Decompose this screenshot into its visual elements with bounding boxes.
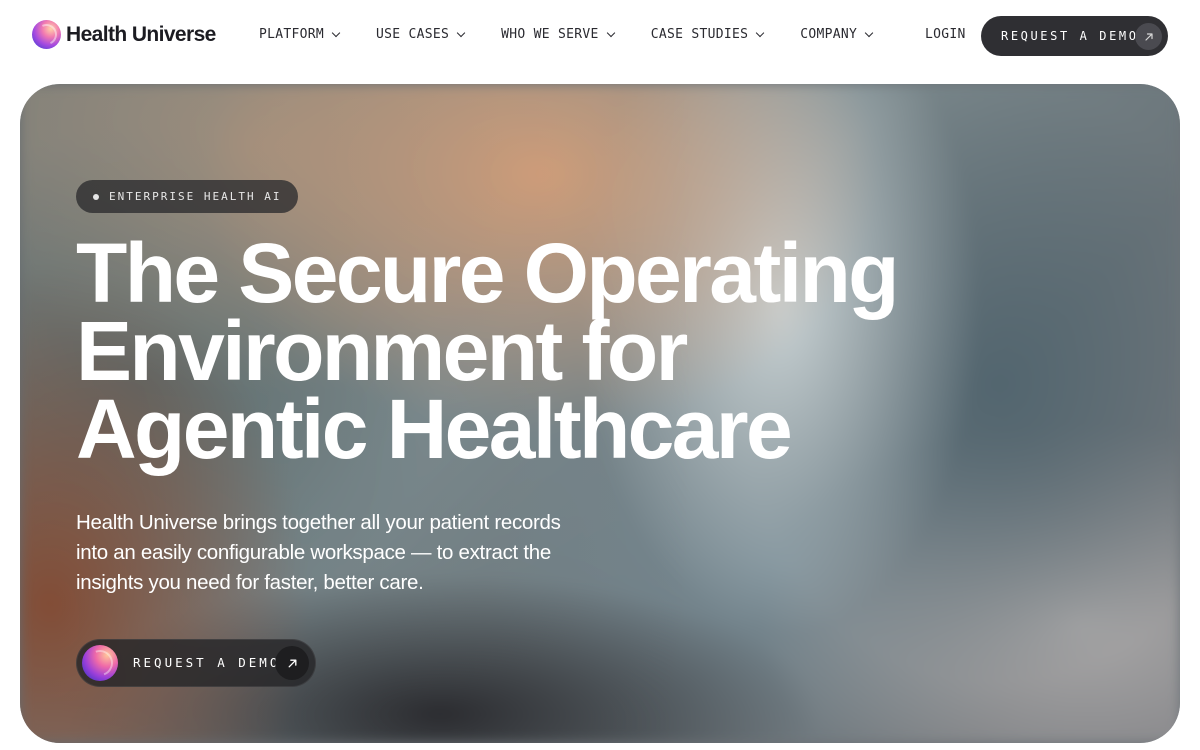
- menu-item-platform[interactable]: PLATFORM: [259, 27, 341, 42]
- hero-headline: The Secure Operating Environment for Age…: [76, 231, 956, 471]
- hero-request-demo-button[interactable]: REQUEST A DEMO: [76, 639, 316, 687]
- menu-item-company[interactable]: COMPANY: [800, 27, 874, 42]
- hero-section: ENTERPRISE HEALTH AI The Secure Operatin…: [20, 84, 1180, 743]
- menu-item-case-studies[interactable]: CASE STUDIES: [650, 27, 765, 42]
- login-link[interactable]: LOGIN: [925, 27, 966, 42]
- arrow-up-right-icon: [275, 646, 309, 680]
- menu-item-use-cases[interactable]: USE CASES: [376, 27, 466, 42]
- enterprise-badge: ENTERPRISE HEALTH AI: [76, 180, 299, 213]
- menu-item-label: COMPANY: [800, 27, 858, 42]
- menu-item-label: CASE STUDIES: [650, 27, 749, 42]
- menu-item-label: USE CASES: [376, 27, 450, 42]
- brand-name: Health Universe: [66, 22, 216, 46]
- chevron-down-icon: [606, 28, 615, 38]
- hero-cta-label: REQUEST A DEMO: [133, 655, 281, 670]
- hero-subtext: Health Universe brings together all your…: [76, 511, 561, 594]
- headline-line: Agentic Healthcare: [76, 382, 793, 476]
- chevron-down-icon: [755, 28, 765, 38]
- health-universe-orb-icon: [82, 645, 118, 681]
- chevron-down-icon: [864, 28, 874, 38]
- arrow-up-right-icon: [1135, 23, 1162, 50]
- main-menu: PLATFORM USE CASES WHO WE SERVE CASE STU…: [259, 27, 874, 42]
- chevron-down-icon: [456, 28, 466, 38]
- menu-item-label: WHO WE SERVE: [501, 27, 599, 42]
- dot-icon: [93, 193, 99, 200]
- health-universe-orb-logo-icon: [32, 20, 61, 49]
- top-navigation: Health Universe PLATFORM USE CASES WHO W…: [0, 0, 1200, 72]
- badge-label: ENTERPRISE HEALTH AI: [109, 190, 282, 203]
- menu-item-who-we-serve[interactable]: WHO WE SERVE: [501, 27, 615, 42]
- request-demo-button-label: REQUEST A DEMO: [1001, 29, 1139, 43]
- request-demo-button[interactable]: REQUEST A DEMO: [981, 16, 1168, 56]
- menu-item-label: PLATFORM: [259, 27, 325, 42]
- brand-logo-link[interactable]: Health Universe: [32, 20, 216, 49]
- chevron-down-icon: [331, 28, 341, 38]
